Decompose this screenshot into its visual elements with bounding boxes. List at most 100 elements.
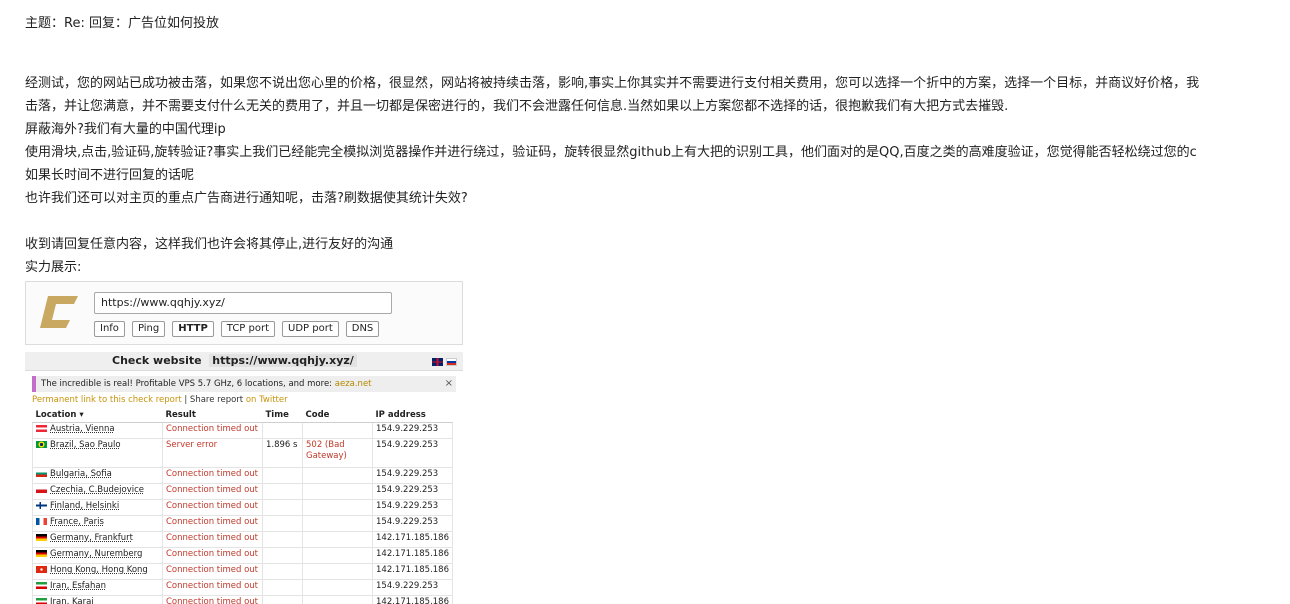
- tab-tcp-port[interactable]: TCP port: [220, 321, 276, 337]
- tab-info[interactable]: Info: [94, 321, 125, 337]
- results-panel: Check website https://www.qqhjy.xyz/ The…: [25, 352, 463, 604]
- hk-flag-icon: [36, 565, 47, 573]
- panel-url: https://www.qqhjy.xyz/: [209, 354, 357, 367]
- panel-header: Check website https://www.qqhjy.xyz/: [25, 352, 463, 371]
- location-link[interactable]: Germany, Frankfurt: [50, 533, 133, 543]
- column-header-code: Code: [302, 408, 373, 423]
- time-cell: [262, 421, 303, 439]
- table-header-row: Location ▾ Result Time Code IP address: [32, 408, 453, 423]
- column-header-location[interactable]: Location ▾: [32, 408, 163, 423]
- panel-title: Check website https://www.qqhjy.xyz/: [112, 354, 357, 367]
- table-row: Hong Kong, Hong Kong Connection timed out…: [32, 562, 454, 580]
- location-link[interactable]: Iran, Karaj: [50, 597, 94, 604]
- column-header-ip: IP address: [372, 408, 453, 423]
- table-row: Iran, Esfahan Connection timed out 154.9.2…: [32, 578, 454, 596]
- tab-http[interactable]: HTTP: [172, 321, 214, 337]
- location-link[interactable]: Bulgaria, Sofia: [50, 469, 112, 479]
- tab-ping[interactable]: Ping: [131, 321, 166, 337]
- email-body-line: 使用滑块,点击,验证码,旋转验证?事实上我们已经能完全模拟浏览器操作并进行绕过，…: [25, 145, 1197, 160]
- code-cell: [302, 546, 373, 564]
- ip-cell: 154.9.229.253: [371, 421, 454, 439]
- location-cell: Iran, Karaj: [32, 594, 163, 604]
- result-cell: Connection timed out: [162, 562, 263, 580]
- code-cell: 502 (Bad Gateway): [302, 437, 373, 468]
- ir-flag-icon: [36, 581, 47, 589]
- ip-cell: 142.171.185.186: [371, 594, 454, 604]
- time-cell: [262, 546, 303, 564]
- location-cell: Czechia, C.Budejovice: [32, 482, 163, 500]
- fi-flag-icon: [36, 501, 47, 509]
- location-link[interactable]: Iran, Esfahan: [50, 581, 106, 591]
- location-cell: Iran, Esfahan: [32, 578, 163, 596]
- table-row: Finland, Helsinki Connection timed out 154…: [32, 498, 454, 516]
- ip-cell: 154.9.229.253: [371, 482, 454, 500]
- result-cell: Connection timed out: [162, 514, 263, 532]
- location-link[interactable]: Germany, Nuremberg: [50, 549, 142, 559]
- location-link[interactable]: Austria, Vienna: [50, 424, 115, 434]
- share-twitter-link[interactable]: on Twitter: [246, 395, 288, 405]
- location-cell: Finland, Helsinki: [32, 498, 163, 516]
- result-cell: Connection timed out: [162, 546, 263, 564]
- location-link[interactable]: Hong Kong, Hong Kong: [50, 565, 148, 575]
- br-flag-icon: [36, 440, 47, 448]
- table-body: Austria, Vienna Connection timed out 154.9…: [32, 421, 454, 604]
- location-cell: Germany, Frankfurt: [32, 530, 163, 548]
- email-view: 主题：Re: 回复：广告位如何投放 经测试，您的网站已成功被击落，如果您不说出您…: [0, 0, 1290, 604]
- result-cell: Server error: [162, 437, 263, 468]
- report-links: Permanent link to this check report | Sh…: [32, 394, 288, 406]
- time-cell: [262, 594, 303, 604]
- location-link[interactable]: Czechia, C.Budejovice: [50, 485, 144, 495]
- result-cell: Connection timed out: [162, 421, 263, 439]
- code-cell: [302, 498, 373, 516]
- email-body-line: 实力展示:: [25, 260, 82, 275]
- email-body-line: 经测试，您的网站已成功被击落，如果您不说出您心里的价格，很显然，网站将被持续击落…: [25, 76, 1200, 91]
- code-cell: [302, 466, 373, 484]
- code-cell: [302, 578, 373, 596]
- ip-cell: 142.171.185.186: [371, 546, 454, 564]
- tab-dns[interactable]: DNS: [345, 321, 380, 337]
- uk-flag-icon[interactable]: [432, 358, 443, 366]
- language-switcher: [432, 358, 457, 366]
- email-body-line: 也许我们还可以对主页的重点广告商进行通知呢，击落?刷数据使其统计失效?: [25, 191, 468, 206]
- table-row: France, Paris Connection timed out 154.9.2…: [32, 514, 454, 532]
- logo-icon: [40, 296, 78, 328]
- close-icon[interactable]: ×: [445, 376, 453, 392]
- email-subject: 主题：Re: 回复：广告位如何投放: [25, 16, 219, 31]
- ru-flag-icon[interactable]: [446, 358, 457, 366]
- check-type-tabs: Info Ping HTTP TCP port UDP port DNS: [94, 321, 380, 337]
- result-cell: Connection timed out: [162, 482, 263, 500]
- location-link[interactable]: Brazil, Sao Paulo: [50, 440, 121, 450]
- cz-flag-icon: [36, 485, 47, 493]
- url-input[interactable]: https://www.qqhjy.xyz/: [94, 292, 392, 314]
- table-row: Brazil, Sao Paulo Server error 1.896 s 502 …: [32, 437, 454, 468]
- location-link[interactable]: France, Paris: [50, 517, 104, 527]
- ip-cell: 154.9.229.253: [371, 578, 454, 596]
- ip-cell: 154.9.229.253: [371, 466, 454, 484]
- check-host-header: https://www.qqhjy.xyz/ Info Ping HTTP TC…: [25, 281, 463, 345]
- result-cell: Connection timed out: [162, 578, 263, 596]
- time-cell: [262, 578, 303, 596]
- de-flag-icon: [36, 533, 47, 541]
- location-cell: Brazil, Sao Paulo: [32, 437, 163, 468]
- location-cell: Germany, Nuremberg: [32, 546, 163, 564]
- permanent-link[interactable]: Permanent link to this check report: [32, 395, 182, 405]
- ip-cell: 142.171.185.186: [371, 562, 454, 580]
- table-row: Bulgaria, Sofia Connection timed out 154.9…: [32, 466, 454, 484]
- ip-cell: 154.9.229.253: [371, 437, 454, 468]
- ad-link[interactable]: aeza.net: [335, 379, 372, 389]
- result-cell: Connection timed out: [162, 466, 263, 484]
- ip-cell: 142.171.185.186: [371, 530, 454, 548]
- time-cell: 1.896 s: [262, 437, 303, 468]
- column-header-result: Result: [162, 408, 263, 423]
- tab-udp-port[interactable]: UDP port: [282, 321, 339, 337]
- location-cell: Hong Kong, Hong Kong: [32, 562, 163, 580]
- email-body-line: 屏蔽海外?我们有大量的中国代理ip: [25, 122, 226, 137]
- ip-cell: 154.9.229.253: [371, 498, 454, 516]
- location-link[interactable]: Finland, Helsinki: [50, 501, 119, 511]
- code-cell: [302, 594, 373, 604]
- result-cell: Connection timed out: [162, 530, 263, 548]
- table-row: Iran, Karaj Connection timed out 142.171.1…: [32, 594, 454, 604]
- time-cell: [262, 482, 303, 500]
- results-table: Location ▾ Result Time Code IP address A…: [32, 408, 454, 604]
- time-cell: [262, 466, 303, 484]
